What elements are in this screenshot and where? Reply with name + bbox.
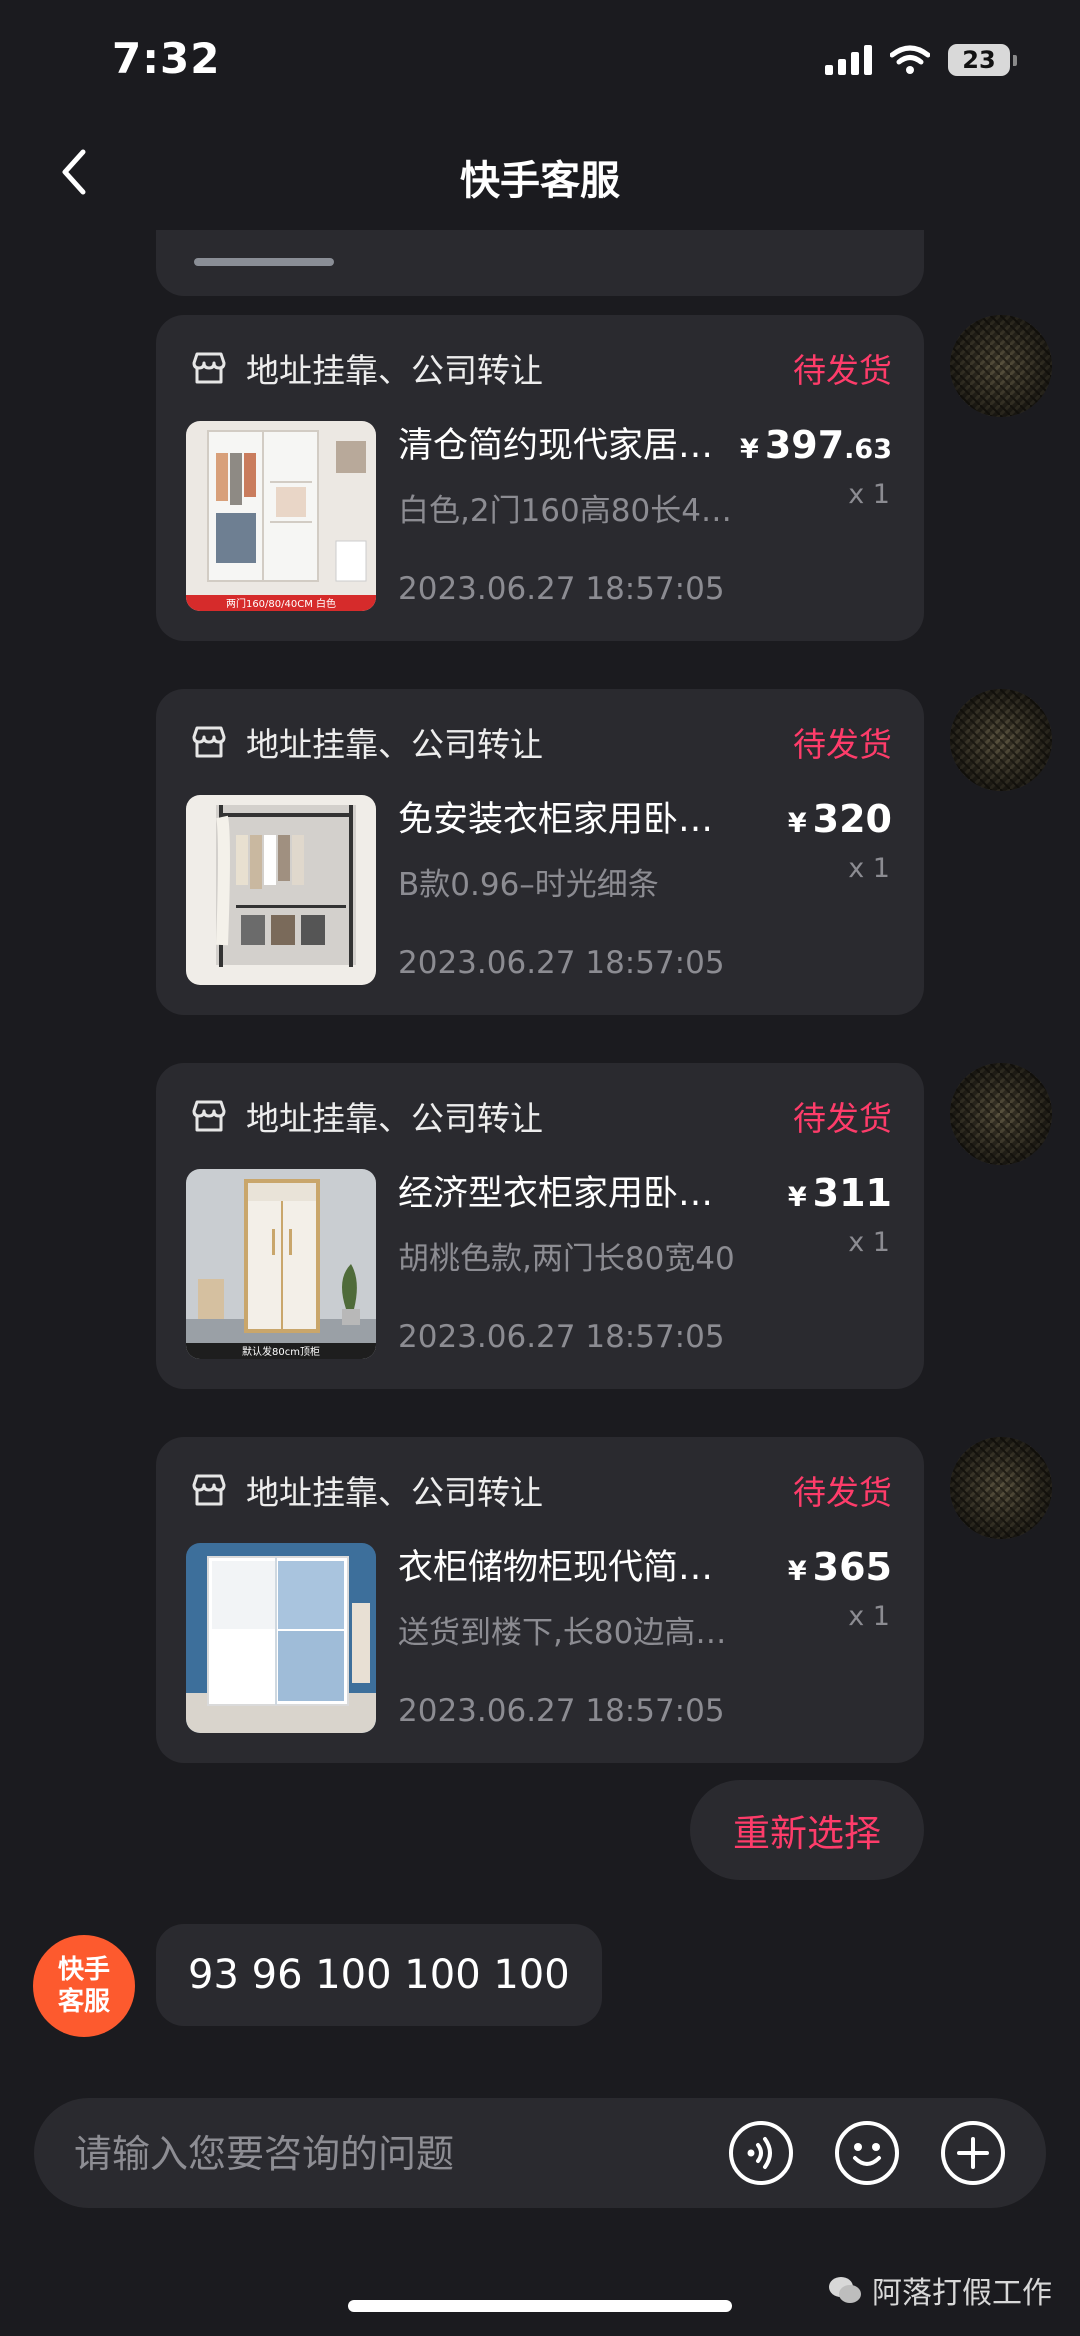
- currency-symbol: ¥: [787, 1556, 807, 1587]
- page-title: 快手客服: [460, 158, 620, 204]
- product-quantity: x 1: [848, 479, 890, 510]
- order-status: 待发货: [793, 1473, 892, 1512]
- price-integer: 320: [812, 797, 892, 841]
- product-spec: 送货到楼下,长80边高180: [398, 1615, 738, 1651]
- product-image-caption: 两门160/80/40CM 白色: [226, 597, 336, 610]
- shop-name: 地址挂靠、公司转让: [246, 351, 543, 390]
- wifi-icon: [890, 45, 930, 74]
- nav-bar: 快手客服: [0, 120, 1080, 230]
- card-header: 地址挂靠、公司转让 待发货: [190, 1467, 892, 1513]
- product-title: 经济型衣柜家用卧室出租房: [398, 1174, 738, 1214]
- order-card[interactable]: 地址挂靠、公司转让 待发货 默认发80cm顶柜 经济型衣柜家用卧室出租房 胡桃色…: [156, 1063, 924, 1389]
- cellular-signal-icon: [825, 45, 872, 75]
- product-price: ¥311: [788, 1171, 892, 1215]
- shop-name: 地址挂靠、公司转让: [246, 1473, 543, 1512]
- plus-icon: [941, 2121, 1005, 2185]
- emoji-icon: [835, 2121, 899, 2185]
- price-decimal: .63: [844, 434, 892, 465]
- order-status: 待发货: [793, 725, 892, 764]
- cs-avatar[interactable]: 快手 客服: [33, 1935, 135, 2037]
- watermark: 阿落打假工作: [828, 2268, 1052, 2312]
- emoji-button[interactable]: [834, 2120, 900, 2186]
- status-bar: 7:32 23: [0, 0, 1080, 120]
- shop-name: 地址挂靠、公司转让: [246, 1099, 543, 1138]
- product-spec: 胡桃色款,两门长80宽40: [398, 1241, 735, 1277]
- watermark-text: 阿落打假工作: [872, 2276, 1052, 2311]
- order-time: 2023.06.27 18:57:05: [398, 571, 725, 607]
- user-avatar[interactable]: [950, 689, 1052, 791]
- chat-area[interactable]: 地址挂靠、公司转让 待发货 两门160/80/40CM 白色 清仓简约现代家居衣…: [0, 230, 1080, 2070]
- order-status: 待发货: [793, 351, 892, 390]
- product-quantity: x 1: [848, 1227, 890, 1258]
- clock: 7:32: [112, 34, 221, 83]
- storefront-icon: [190, 349, 228, 387]
- order-card[interactable]: 地址挂靠、公司转让 待发货 免安装衣柜家用卧室简易 B款0.96–时光细条 20…: [156, 689, 924, 1015]
- price-integer: 365: [812, 1545, 892, 1589]
- battery-icon: 23: [948, 44, 1017, 76]
- product-price: ¥365: [788, 1545, 892, 1589]
- order-time: 2023.06.27 18:57:05: [398, 1693, 725, 1729]
- user-avatar[interactable]: [950, 1437, 1052, 1539]
- order-time: 2023.06.27 18:57:05: [398, 1319, 725, 1355]
- question-input[interactable]: [72, 2098, 716, 2210]
- order-card[interactable]: 地址挂靠、公司转让 待发货 两门160/80/40CM 白色 清仓简约现代家居衣…: [156, 315, 924, 641]
- product-image-partial: [194, 258, 334, 266]
- cs-avatar-line1: 快手: [57, 1955, 110, 1985]
- product-image: 两门160/80/40CM 白色: [186, 421, 376, 611]
- product-image: 默认发80cm顶柜: [186, 1169, 376, 1359]
- card-header: 地址挂靠、公司转让 待发货: [190, 1093, 892, 1139]
- more-button[interactable]: [940, 2120, 1006, 2186]
- currency-symbol: ¥: [787, 808, 807, 839]
- storefront-icon: [190, 723, 228, 761]
- wechat-icon: [829, 2277, 861, 2303]
- product-title: 衣柜储物柜现代简约推拉门: [398, 1548, 738, 1588]
- cs-message-bubble: 93 96 100 100 100: [156, 1924, 602, 2026]
- product-title: 清仓简约现代家居衣柜组合…: [398, 426, 738, 466]
- cs-avatar-line2: 客服: [57, 1987, 110, 2017]
- currency-symbol: ¥: [787, 1182, 807, 1213]
- home-indicator[interactable]: [348, 2300, 732, 2312]
- reselect-button[interactable]: 重新选择: [690, 1780, 924, 1880]
- product-quantity: x 1: [848, 1601, 890, 1632]
- product-price: ¥397.63: [740, 423, 892, 467]
- product-image: [186, 1543, 376, 1733]
- product-price: ¥320: [788, 797, 892, 841]
- product-image-caption: 默认发80cm顶柜: [242, 1345, 320, 1358]
- order-card[interactable]: 地址挂靠、公司转让 待发货 衣柜储物柜现代简约推拉门 送货到楼下,长80边高18…: [156, 1437, 924, 1763]
- system-icons: 23: [825, 38, 1017, 82]
- order-time: 2023.06.27 18:57:05: [398, 945, 725, 981]
- currency-symbol: ¥: [740, 434, 759, 465]
- user-avatar[interactable]: [950, 1063, 1052, 1165]
- product-spec: B款0.96–时光细条: [398, 867, 659, 903]
- price-integer: 397: [764, 423, 845, 467]
- product-spec: 白色,2门160高80长40宽: [398, 493, 738, 529]
- input-bar: [34, 2098, 1046, 2210]
- shop-name: 地址挂靠、公司转让: [246, 725, 543, 764]
- voice-icon: [729, 2121, 793, 2185]
- voice-button[interactable]: [728, 2120, 794, 2186]
- card-header: 地址挂靠、公司转让 待发货: [190, 719, 892, 765]
- order-card-partial[interactable]: [156, 230, 924, 296]
- storefront-icon: [190, 1471, 228, 1509]
- storefront-icon: [190, 1097, 228, 1135]
- product-quantity: x 1: [848, 853, 890, 884]
- product-title: 免安装衣柜家用卧室简易: [398, 800, 738, 840]
- order-status: 待发货: [793, 1099, 892, 1138]
- card-header: 地址挂靠、公司转让 待发货: [190, 345, 892, 391]
- price-integer: 311: [812, 1171, 892, 1215]
- user-avatar[interactable]: [950, 315, 1052, 417]
- product-image: [186, 795, 376, 985]
